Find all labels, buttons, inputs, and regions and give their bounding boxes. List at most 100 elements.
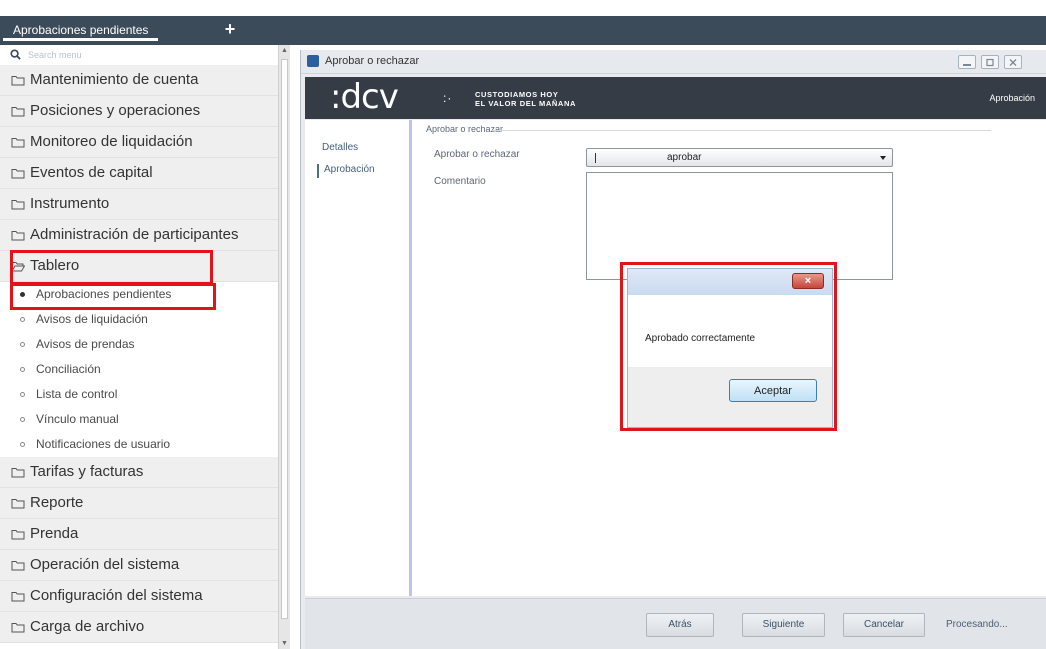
dcv-banner: :dcv :· CUSTODIAMOS HOY EL VALOR DEL MAÑ… <box>305 77 1046 119</box>
sidebar-item-eventos-de-capital[interactable]: Eventos de capital <box>0 158 278 189</box>
bullet-icon <box>20 292 25 297</box>
folder-icon <box>11 468 25 478</box>
scroll-down-icon[interactable]: ▼ <box>281 640 288 647</box>
window-title: Aprobar o rechazar <box>325 55 420 67</box>
sidebar-item-label: Mantenimiento de cuenta <box>30 71 199 88</box>
sidebar-item-label: Instrumento <box>30 195 110 212</box>
step-nav-aprobacion[interactable]: Aprobación <box>324 164 375 175</box>
sidebar-scrollbar[interactable]: ▲ ▼ <box>278 45 290 649</box>
submenu-item-label: Vínculo manual <box>36 412 119 426</box>
step-nav-active-marker <box>317 164 319 178</box>
step-nav: Detalles Aprobación <box>305 120 409 596</box>
section-rule <box>491 130 991 131</box>
scroll-up-icon[interactable]: ▲ <box>281 47 288 54</box>
window-footer: Atrás Siguiente Cancelar Procesando... <box>305 598 1046 649</box>
sidebar-item-instrumento[interactable]: Instrumento <box>0 189 278 220</box>
sidebar-item-operacion-del-sistema[interactable]: Operación del sistema <box>0 550 278 581</box>
dcv-logo: :dcv <box>330 77 399 117</box>
submenu-item-label: Conciliación <box>36 362 101 376</box>
sidebar-item-label: Tarifas y facturas <box>30 463 144 480</box>
processing-status: Procesando... <box>946 619 1008 630</box>
sidebar-item-mantenimiento-de-cuenta[interactable]: Mantenimiento de cuenta <box>0 65 278 96</box>
folder-icon <box>11 592 25 602</box>
new-tab-button[interactable]: + <box>220 16 240 42</box>
sidebar-item-label: Prenda <box>30 525 79 542</box>
submenu-item-avisos-de-liquidacion[interactable]: Avisos de liquidación <box>0 307 278 332</box>
nav-divider <box>409 120 412 596</box>
sidebar-item-configuracion-del-sistema[interactable]: Configuración del sistema <box>0 581 278 612</box>
sidebar: Mantenimiento de cuenta Posiciones y ope… <box>0 45 290 649</box>
comment-textarea[interactable] <box>586 172 893 280</box>
action-field-label: Aprobar o rechazar <box>434 149 520 160</box>
sidebar-item-label: Carga de archivo <box>30 618 145 635</box>
sidebar-item-tarifas-y-facturas[interactable]: Tarifas y facturas <box>0 457 278 488</box>
bullet-icon <box>20 342 25 347</box>
tab-bar: Aprobaciones pendientes + <box>0 0 1046 45</box>
sidebar-item-label: Posiciones y operaciones <box>30 102 201 119</box>
folder-icon <box>11 76 25 86</box>
section-title: Aprobar o rechazar <box>426 124 504 134</box>
step-nav-detalles[interactable]: Detalles <box>322 142 358 153</box>
dcv-slogan: CUSTODIAMOS HOY EL VALOR DEL MAÑANA <box>475 90 576 108</box>
sidebar-item-reporte[interactable]: Reporte <box>0 488 278 519</box>
submenu-item-avisos-de-prendas[interactable]: Avisos de prendas <box>0 332 278 357</box>
folder-icon <box>11 169 25 179</box>
next-button[interactable]: Siguiente <box>742 613 825 637</box>
sidebar-item-tablero[interactable]: Tablero <box>0 251 278 282</box>
submenu-item-aprobaciones-pendientes[interactable]: Aprobaciones pendientes <box>0 282 278 307</box>
sidebar-menu: Mantenimiento de cuenta Posiciones y ope… <box>0 65 278 643</box>
sidebar-item-posiciones-y-operaciones[interactable]: Posiciones y operaciones <box>0 96 278 127</box>
close-window-button[interactable] <box>1004 55 1022 69</box>
submenu-item-label: Avisos de liquidación <box>36 312 148 326</box>
bullet-icon <box>20 317 25 322</box>
folder-icon <box>11 200 25 210</box>
back-button[interactable]: Atrás <box>646 613 714 637</box>
sidebar-item-label: Administración de participantes <box>30 226 239 243</box>
sidebar-item-label: Eventos de capital <box>30 164 153 181</box>
sidebar-scroll-thumb[interactable] <box>281 59 288 619</box>
bullet-icon <box>20 442 25 447</box>
folder-icon <box>11 231 25 241</box>
submenu-item-vinculo-manual[interactable]: Vínculo manual <box>0 407 278 432</box>
search-input[interactable] <box>28 47 268 63</box>
sidebar-item-administracion-de-participantes[interactable]: Administración de participantes <box>0 220 278 251</box>
action-select-value: aprobar <box>667 152 702 163</box>
submenu-item-label: Aprobaciones pendientes <box>36 287 172 301</box>
submenu-item-notificaciones-de-usuario[interactable]: Notificaciones de usuario <box>0 432 278 457</box>
close-icon <box>1009 59 1017 66</box>
submenu-item-conciliacion[interactable]: Conciliación <box>0 357 278 382</box>
folder-icon <box>11 107 25 117</box>
search-icon <box>10 49 21 60</box>
cancel-button[interactable]: Cancelar <box>843 613 925 637</box>
maximize-icon <box>986 58 994 67</box>
success-dialog: × Aprobado correctamente Aceptar <box>627 268 833 428</box>
action-select[interactable]: aprobar <box>586 148 893 167</box>
folder-icon <box>11 138 25 148</box>
sidebar-item-label: Monitoreo de liquidación <box>30 133 193 150</box>
sidebar-item-label: Operación del sistema <box>30 556 180 573</box>
slogan-line-1: CUSTODIAMOS HOY <box>475 90 559 99</box>
dialog-message: Aprobado correctamente <box>645 333 756 344</box>
window-icon <box>307 55 319 67</box>
submenu-item-label: Lista de control <box>36 387 118 401</box>
minimize-button[interactable] <box>958 55 976 69</box>
bullet-icon <box>20 392 25 397</box>
app-root: Aprobaciones pendientes + Mantenimiento … <box>0 0 1046 649</box>
minimize-icon <box>963 64 971 66</box>
window-titlebar: Aprobar o rechazar <box>301 50 1046 74</box>
chevron-down-icon <box>880 156 886 160</box>
slogan-line-2: EL VALOR DEL MAÑANA <box>475 99 576 108</box>
sidebar-item-monitoreo-de-liquidacion[interactable]: Monitoreo de liquidación <box>0 127 278 158</box>
sidebar-item-prenda[interactable]: Prenda <box>0 519 278 550</box>
submenu-item-label: Notificaciones de usuario <box>36 437 171 451</box>
sidebar-item-carga-de-archivo[interactable]: Carga de archivo <box>0 612 278 643</box>
dcv-logo-tail: :· <box>443 91 453 105</box>
dialog-ok-button[interactable]: Aceptar <box>729 379 817 402</box>
search-row <box>0 45 278 65</box>
sidebar-item-label: Tablero <box>30 257 80 274</box>
maximize-button[interactable] <box>981 55 999 69</box>
dialog-close-button[interactable]: × <box>792 273 824 289</box>
submenu-item-lista-de-control[interactable]: Lista de control <box>0 382 278 407</box>
sidebar-item-label: Reporte <box>30 494 84 511</box>
tab-aprobaciones-pendientes[interactable]: Aprobaciones pendientes <box>3 19 159 41</box>
